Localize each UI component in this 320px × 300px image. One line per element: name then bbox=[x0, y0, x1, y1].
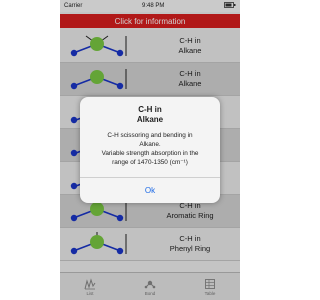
dialog-title: C-H in Alkane bbox=[136, 105, 164, 124]
dialog-message: C-H scissoring and bending in Alkane. Va… bbox=[101, 132, 199, 166]
info-alert-dialog: C-H in Alkane C-H scissoring and bending… bbox=[80, 97, 220, 203]
phone-screen: Carrier 9:48 PM Click for information C-… bbox=[60, 0, 240, 300]
ok-button[interactable]: Ok bbox=[80, 178, 220, 203]
